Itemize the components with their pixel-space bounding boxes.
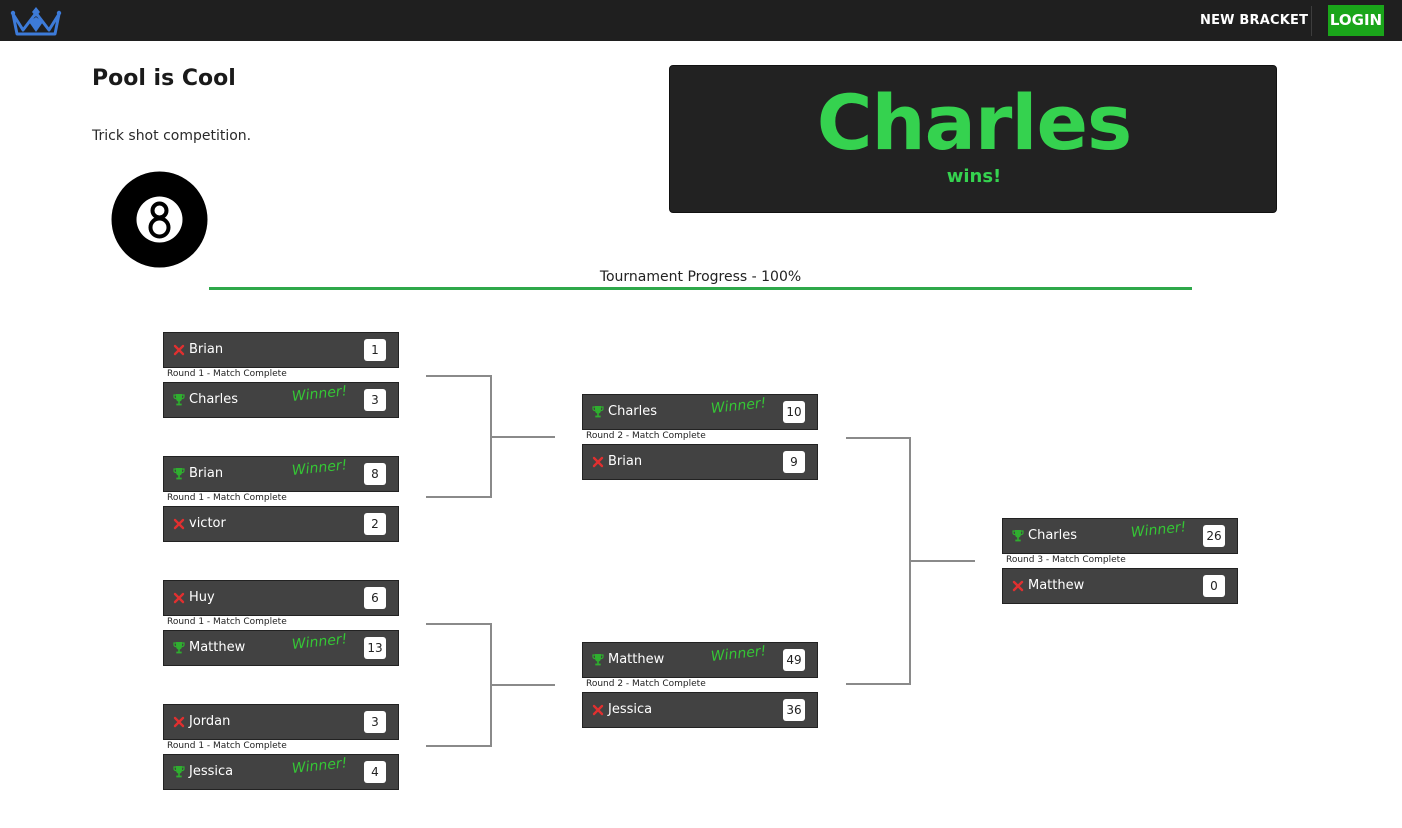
player-score: 3 — [364, 389, 386, 411]
player-score: 36 — [783, 699, 805, 721]
loser-x-icon — [173, 344, 185, 356]
player-name: Matthew — [1028, 578, 1085, 593]
match-player-row[interactable]: Charles Winner! 3 — [163, 382, 399, 418]
match-player-row[interactable]: Brian 9 — [582, 444, 818, 480]
winner-label: Winner! — [710, 395, 768, 417]
match-player-row[interactable]: Charles Winner! 26 — [1002, 518, 1238, 554]
player-score: 2 — [364, 513, 386, 535]
match-player-row[interactable]: Huy 6 — [163, 580, 399, 616]
match-player-row[interactable]: Matthew Winner! 13 — [163, 630, 399, 666]
player-name: victor — [189, 516, 226, 531]
match-player-row[interactable]: Brian Winner! 8 — [163, 456, 399, 492]
match-status: Round 3 - Match Complete — [1006, 555, 1126, 565]
winner-label: Winner! — [291, 631, 349, 653]
player-name: Jordan — [189, 714, 231, 729]
player-name: Charles — [608, 404, 658, 419]
match-player-row[interactable]: Jordan 3 — [163, 704, 399, 740]
player-score: 6 — [364, 587, 386, 609]
winner-label: Winner! — [1130, 519, 1188, 541]
player-score: 3 — [364, 711, 386, 733]
match-player-row[interactable]: Charles Winner! 10 — [582, 394, 818, 430]
match-player-row[interactable]: Brian 1 — [163, 332, 399, 368]
player-score: 1 — [364, 339, 386, 361]
match-status: Round 1 - Match Complete — [167, 617, 287, 627]
match-status: Round 1 - Match Complete — [167, 493, 287, 503]
player-name: Matthew — [189, 640, 246, 655]
trophy-icon — [173, 394, 185, 406]
player-score: 13 — [364, 637, 386, 659]
loser-x-icon — [592, 456, 604, 468]
match-player-row[interactable]: Matthew Winner! 49 — [582, 642, 818, 678]
player-score: 10 — [783, 401, 805, 423]
loser-x-icon — [173, 518, 185, 530]
trophy-icon — [1012, 530, 1024, 542]
loser-x-icon — [173, 592, 185, 604]
match-player-row[interactable]: Jessica Winner! 4 — [163, 754, 399, 790]
player-score: 0 — [1203, 575, 1225, 597]
trophy-icon — [173, 766, 185, 778]
match-status: Round 2 - Match Complete — [586, 431, 706, 441]
trophy-icon — [173, 468, 185, 480]
match-player-row[interactable]: Jessica 36 — [582, 692, 818, 728]
player-name: Brian — [189, 466, 224, 481]
player-score: 26 — [1203, 525, 1225, 547]
player-name: Charles — [189, 392, 239, 407]
player-score: 8 — [364, 463, 386, 485]
winner-label: Winner! — [291, 755, 349, 777]
match-player-row[interactable]: victor 2 — [163, 506, 399, 542]
match-status: Round 1 - Match Complete — [167, 741, 287, 751]
match-status: Round 1 - Match Complete — [167, 369, 287, 379]
match-player-row[interactable]: Matthew 0 — [1002, 568, 1238, 604]
trophy-icon — [592, 654, 604, 666]
match-status: Round 2 - Match Complete — [586, 679, 706, 689]
loser-x-icon — [1012, 580, 1024, 592]
player-name: Matthew — [608, 652, 665, 667]
player-score: 49 — [783, 649, 805, 671]
trophy-icon — [592, 406, 604, 418]
winner-label: Winner! — [291, 457, 349, 479]
loser-x-icon — [592, 704, 604, 716]
winner-label: Winner! — [291, 383, 349, 405]
player-name: Brian — [189, 342, 224, 357]
player-name: Jessica — [189, 764, 234, 779]
player-name: Jessica — [608, 702, 653, 717]
trophy-icon — [173, 642, 185, 654]
player-score: 4 — [364, 761, 386, 783]
player-score: 9 — [783, 451, 805, 473]
player-name: Charles — [1028, 528, 1078, 543]
player-name: Huy — [189, 590, 215, 605]
loser-x-icon — [173, 716, 185, 728]
player-name: Brian — [608, 454, 643, 469]
winner-label: Winner! — [710, 643, 768, 665]
